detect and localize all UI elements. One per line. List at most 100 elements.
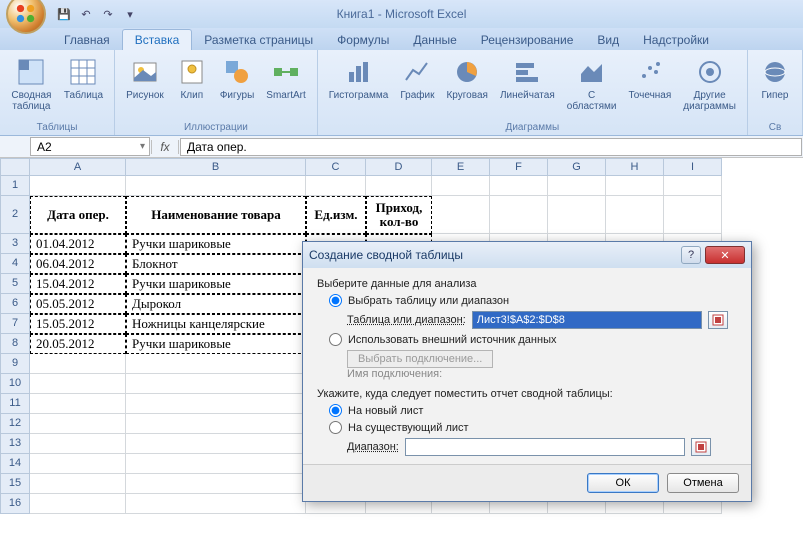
table-cell[interactable]: 20.05.2012: [30, 334, 126, 354]
cell[interactable]: [30, 414, 126, 434]
cell[interactable]: [126, 394, 306, 414]
cell[interactable]: [664, 196, 722, 234]
cell[interactable]: [30, 374, 126, 394]
line-chart-button[interactable]: График: [397, 54, 437, 103]
area-chart-button[interactable]: С областями: [564, 54, 620, 114]
redo-icon[interactable]: ↷: [100, 6, 116, 22]
row-header[interactable]: 2: [0, 196, 30, 234]
row-header[interactable]: 16: [0, 494, 30, 514]
cell[interactable]: [126, 454, 306, 474]
tab-data[interactable]: Данные: [401, 30, 468, 50]
col-header-C[interactable]: C: [306, 158, 366, 176]
cell[interactable]: [606, 176, 664, 196]
cancel-button[interactable]: Отмена: [667, 473, 739, 493]
table-cell[interactable]: 05.05.2012: [30, 294, 126, 314]
row-header[interactable]: 3: [0, 234, 30, 254]
row-header[interactable]: 11: [0, 394, 30, 414]
row-header[interactable]: 15: [0, 474, 30, 494]
row-header[interactable]: 1: [0, 176, 30, 196]
col-header-D[interactable]: D: [366, 158, 432, 176]
table-cell[interactable]: Ручки шариковые: [126, 334, 306, 354]
cell[interactable]: [126, 414, 306, 434]
name-box[interactable]: A2: [30, 137, 150, 156]
table-header[interactable]: Приход, кол-во: [366, 196, 432, 234]
table-header[interactable]: Дата опер.: [30, 196, 126, 234]
picture-button[interactable]: Рисунок: [123, 54, 167, 103]
cell[interactable]: [606, 196, 664, 234]
range-input[interactable]: [472, 311, 702, 329]
cell[interactable]: [664, 176, 722, 196]
cell[interactable]: [30, 454, 126, 474]
cell[interactable]: [30, 434, 126, 454]
cell[interactable]: [126, 176, 306, 196]
table-header[interactable]: Наименование товара: [126, 196, 306, 234]
dest-range-input[interactable]: [405, 438, 685, 456]
col-header-F[interactable]: F: [490, 158, 548, 176]
cell[interactable]: [126, 474, 306, 494]
cell[interactable]: [30, 494, 126, 514]
cell[interactable]: [490, 196, 548, 234]
row-header[interactable]: 8: [0, 334, 30, 354]
row-header[interactable]: 12: [0, 414, 30, 434]
tab-insert[interactable]: Вставка: [122, 29, 193, 50]
range-collapse-button[interactable]: [708, 311, 728, 329]
col-header-A[interactable]: A: [30, 158, 126, 176]
cell[interactable]: [126, 434, 306, 454]
cell[interactable]: [366, 176, 432, 196]
cell[interactable]: [306, 176, 366, 196]
row-header[interactable]: 13: [0, 434, 30, 454]
cell[interactable]: [30, 474, 126, 494]
table-cell[interactable]: Ножницы канцелярские: [126, 314, 306, 334]
table-cell[interactable]: 01.04.2012: [30, 234, 126, 254]
select-all-corner[interactable]: [0, 158, 30, 176]
row-header[interactable]: 6: [0, 294, 30, 314]
undo-icon[interactable]: ↶: [78, 6, 94, 22]
tab-review[interactable]: Рецензирование: [469, 30, 586, 50]
scatter-chart-button[interactable]: Точечная: [625, 54, 674, 103]
cell[interactable]: [30, 354, 126, 374]
col-header-H[interactable]: H: [606, 158, 664, 176]
table-cell[interactable]: Блокнот: [126, 254, 306, 274]
radio-existing-sheet[interactable]: На существующий лист: [329, 421, 737, 434]
cell[interactable]: [126, 494, 306, 514]
cell[interactable]: [432, 176, 490, 196]
row-header[interactable]: 9: [0, 354, 30, 374]
smartart-button[interactable]: SmartArt: [263, 54, 308, 103]
table-cell[interactable]: 15.05.2012: [30, 314, 126, 334]
pie-chart-button[interactable]: Круговая: [443, 54, 490, 103]
shapes-button[interactable]: Фигуры: [217, 54, 257, 103]
radio-external-source[interactable]: Использовать внешний источник данных: [329, 333, 737, 346]
cell[interactable]: [548, 176, 606, 196]
table-cell[interactable]: 06.04.2012: [30, 254, 126, 274]
tab-view[interactable]: Вид: [585, 30, 631, 50]
tab-formulas[interactable]: Формулы: [325, 30, 401, 50]
cell[interactable]: [126, 374, 306, 394]
tab-addins[interactable]: Надстройки: [631, 30, 721, 50]
row-header[interactable]: 10: [0, 374, 30, 394]
qat-dropdown-icon[interactable]: ▾: [122, 6, 138, 22]
table-header[interactable]: Ед.изм.: [306, 196, 366, 234]
ok-button[interactable]: ОК: [587, 473, 659, 493]
close-button[interactable]: ✕: [705, 246, 745, 264]
cell[interactable]: [126, 354, 306, 374]
radio-select-range[interactable]: Выбрать таблицу или диапазон: [329, 294, 737, 307]
row-header[interactable]: 4: [0, 254, 30, 274]
cell[interactable]: [490, 176, 548, 196]
tab-page-layout[interactable]: Разметка страницы: [192, 30, 325, 50]
row-header[interactable]: 14: [0, 454, 30, 474]
formula-bar[interactable]: Дата опер.: [180, 138, 802, 156]
table-cell[interactable]: Ручки шариковые: [126, 274, 306, 294]
cell[interactable]: [548, 196, 606, 234]
hyperlink-button[interactable]: Гипер: [756, 54, 794, 103]
radio-new-sheet[interactable]: На новый лист: [329, 404, 737, 417]
help-button[interactable]: ?: [681, 246, 701, 264]
table-cell[interactable]: Дырокол: [126, 294, 306, 314]
cell[interactable]: [30, 394, 126, 414]
row-header[interactable]: 5: [0, 274, 30, 294]
dest-range-collapse-button[interactable]: [691, 438, 711, 456]
col-header-E[interactable]: E: [432, 158, 490, 176]
cell[interactable]: [30, 176, 126, 196]
pivot-table-button[interactable]: Сводная таблица: [8, 54, 55, 114]
tab-home[interactable]: Главная: [52, 30, 122, 50]
fx-icon[interactable]: fx: [151, 140, 179, 154]
